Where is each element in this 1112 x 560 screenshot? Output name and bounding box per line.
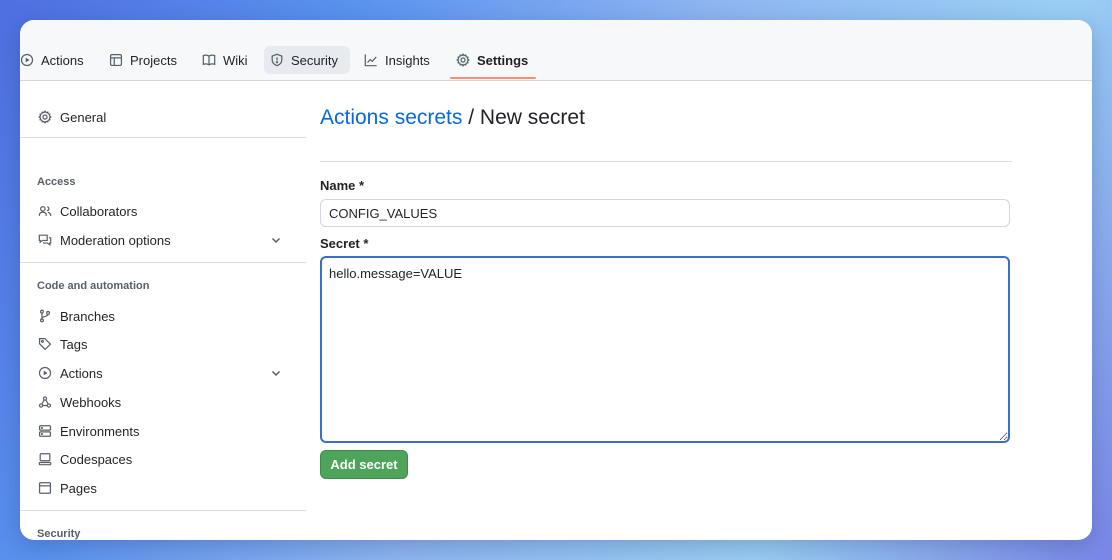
tab-settings[interactable]: Settings [450, 46, 534, 74]
sidebar-item-label: Branches [60, 308, 115, 324]
repo-nav: Actions Projects Wiki Security Insights … [20, 20, 1092, 81]
sidebar-item-codespaces[interactable]: Codespaces [38, 446, 294, 472]
secret-name-input[interactable] [320, 199, 1010, 227]
settings-sidebar: General Access Collaborators Moderation … [20, 81, 306, 540]
new-secret-form: Actions secrets / New secret Name * Secr… [320, 81, 1012, 540]
secret-value-textarea[interactable]: hello.message=VALUE [320, 256, 1010, 443]
tab-projects[interactable]: Projects [103, 46, 183, 74]
sidebar-section-code-automation: Code and automation [37, 280, 150, 292]
sidebar-item-label: Pages [60, 480, 97, 496]
browser-icon [38, 482, 52, 494]
gear-icon [456, 53, 470, 67]
sidebar-item-label: Tags [60, 336, 88, 352]
sidebar-item-moderation[interactable]: Moderation options [38, 227, 294, 253]
sidebar-item-label: Collaborators [60, 203, 138, 219]
sidebar-item-label: Codespaces [60, 451, 133, 467]
shield-icon [271, 53, 283, 67]
comment-discussion-icon [38, 234, 52, 247]
sidebar-item-collaborators[interactable]: Collaborators [38, 198, 294, 224]
secret-label: Secret * [320, 236, 369, 251]
codespaces-icon [38, 453, 52, 466]
tab-label: Actions [41, 52, 84, 68]
tag-icon [38, 337, 52, 351]
webhook-icon [38, 396, 52, 408]
sidebar-item-label: Actions [60, 365, 103, 381]
tab-wiki[interactable]: Wiki [196, 46, 254, 74]
breadcrumb-separator: / [462, 106, 480, 129]
sidebar-item-actions[interactable]: Actions [38, 360, 294, 386]
play-circle-icon [38, 366, 52, 380]
chevron-down-icon[interactable] [270, 367, 282, 379]
browser-window: Actions Projects Wiki Security Insights … [20, 20, 1092, 540]
title-divider [320, 161, 1012, 162]
sidebar-item-pages[interactable]: Pages [38, 475, 294, 501]
add-secret-button[interactable]: Add secret [320, 450, 408, 479]
tab-label: Projects [130, 52, 177, 68]
server-icon [38, 425, 52, 437]
sidebar-divider [20, 510, 306, 511]
name-label: Name * [320, 178, 365, 193]
breadcrumb-link-actions-secrets[interactable]: Actions secrets [320, 106, 462, 129]
sidebar-item-label: Moderation options [60, 232, 171, 248]
chevron-down-icon[interactable] [270, 234, 282, 246]
gear-icon [38, 110, 52, 124]
page-title: New secret [479, 106, 585, 129]
sidebar-item-branches[interactable]: Branches [38, 303, 294, 329]
book-icon [202, 54, 216, 66]
git-branch-icon [39, 309, 51, 323]
tab-insights[interactable]: Insights [358, 46, 436, 74]
sidebar-divider [20, 262, 306, 263]
people-icon [38, 206, 52, 216]
sidebar-divider [20, 137, 306, 138]
table-icon [109, 53, 123, 67]
sidebar-item-label: Webhooks [60, 394, 122, 410]
sidebar-section-security: Security [37, 528, 81, 540]
breadcrumb: Actions secrets / New secret [320, 106, 585, 130]
tab-label: Settings [477, 52, 529, 68]
tab-label: Insights [385, 52, 430, 68]
tab-label: Wiki [223, 52, 248, 68]
tab-label: Security [291, 52, 338, 68]
sidebar-item-label: General [60, 109, 107, 125]
active-tab-underline [450, 77, 536, 79]
tab-security[interactable]: Security [264, 46, 350, 74]
sidebar-item-environments[interactable]: Environments [38, 418, 294, 444]
graph-icon [364, 54, 377, 67]
sidebar-item-label: Environments [60, 423, 140, 439]
tab-actions[interactable]: Actions [20, 46, 90, 74]
sidebar-item-webhooks[interactable]: Webhooks [38, 389, 294, 415]
sidebar-section-access: Access [37, 176, 76, 188]
sidebar-item-tags[interactable]: Tags [38, 331, 294, 357]
sidebar-item-general[interactable]: General [38, 104, 294, 130]
play-circle-icon [20, 53, 34, 67]
